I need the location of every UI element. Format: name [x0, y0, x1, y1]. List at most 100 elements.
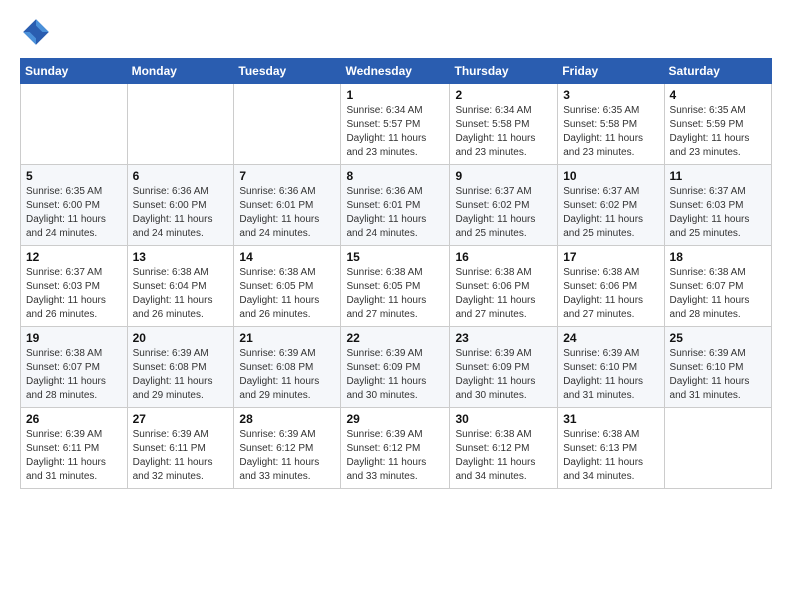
- day-number: 31: [563, 412, 658, 426]
- day-number: 30: [455, 412, 552, 426]
- day-number: 16: [455, 250, 552, 264]
- calendar-table: SundayMondayTuesdayWednesdayThursdayFrid…: [20, 58, 772, 489]
- calendar-cell: 1 Sunrise: 6:34 AM Sunset: 5:57 PM Daylig…: [341, 84, 450, 165]
- day-info: Sunrise: 6:35 AM Sunset: 5:58 PM Dayligh…: [563, 104, 658, 160]
- calendar-cell: 21 Sunrise: 6:39 AM Sunset: 6:08 PM Dayli…: [234, 327, 341, 408]
- day-header-friday: Friday: [558, 59, 664, 84]
- day-number: 13: [133, 250, 229, 264]
- day-info: Sunrise: 6:36 AM Sunset: 6:01 PM Dayligh…: [239, 185, 335, 241]
- day-info: Sunrise: 6:34 AM Sunset: 5:58 PM Dayligh…: [455, 104, 552, 160]
- day-info: Sunrise: 6:38 AM Sunset: 6:04 PM Dayligh…: [133, 266, 229, 322]
- day-number: 19: [26, 331, 122, 345]
- day-info: Sunrise: 6:37 AM Sunset: 6:02 PM Dayligh…: [455, 185, 552, 241]
- day-number: 5: [26, 169, 122, 183]
- calendar-cell: 12 Sunrise: 6:37 AM Sunset: 6:03 PM Dayli…: [21, 246, 128, 327]
- day-number: 22: [346, 331, 444, 345]
- calendar-week-row: 5Sunrise: 6:35 AM Sunset: 6:00 PM Daylig…: [21, 165, 772, 246]
- day-number: 21: [239, 331, 335, 345]
- day-number: 18: [670, 250, 766, 264]
- day-number: 23: [455, 331, 552, 345]
- day-number: 29: [346, 412, 444, 426]
- calendar-cell: 6 Sunrise: 6:36 AM Sunset: 6:00 PM Daylig…: [127, 165, 234, 246]
- calendar-cell: 23 Sunrise: 6:39 AM Sunset: 6:09 PM Dayli…: [450, 327, 558, 408]
- calendar-cell: 16Sunrise: 6:38 AM Sunset: 6:06 PM Dayli…: [450, 246, 558, 327]
- day-info: Sunrise: 6:38 AM Sunset: 6:12 PM Dayligh…: [455, 428, 552, 484]
- calendar-week-row: 26 Sunrise: 6:39 AM Sunset: 6:11 PM Dayli…: [21, 408, 772, 489]
- calendar-cell: 13 Sunrise: 6:38 AM Sunset: 6:04 PM Dayli…: [127, 246, 234, 327]
- calendar-cell: 25 Sunrise: 6:39 AM Sunset: 6:10 PM Dayli…: [664, 327, 771, 408]
- day-info: Sunrise: 6:37 AM Sunset: 6:03 PM Dayligh…: [26, 266, 122, 322]
- day-number: 11: [670, 169, 766, 183]
- day-number: 15: [346, 250, 444, 264]
- day-info: Sunrise: 6:35 AM Sunset: 5:59 PM Dayligh…: [670, 104, 766, 160]
- calendar-header-row: SundayMondayTuesdayWednesdayThursdayFrid…: [21, 59, 772, 84]
- calendar-cell: 24Sunrise: 6:39 AM Sunset: 6:10 PM Dayli…: [558, 327, 664, 408]
- day-header-wednesday: Wednesday: [341, 59, 450, 84]
- day-header-monday: Monday: [127, 59, 234, 84]
- day-info: Sunrise: 6:39 AM Sunset: 6:12 PM Dayligh…: [346, 428, 444, 484]
- calendar-cell: 3 Sunrise: 6:35 AM Sunset: 5:58 PM Daylig…: [558, 84, 664, 165]
- calendar-cell: 15 Sunrise: 6:38 AM Sunset: 6:05 PM Dayli…: [341, 246, 450, 327]
- calendar-cell: [664, 408, 771, 489]
- calendar-cell: 8 Sunrise: 6:36 AM Sunset: 6:01 PM Daylig…: [341, 165, 450, 246]
- calendar-cell: [21, 84, 128, 165]
- calendar-cell: 11Sunrise: 6:37 AM Sunset: 6:03 PM Dayli…: [664, 165, 771, 246]
- day-number: 2: [455, 88, 552, 102]
- day-info: Sunrise: 6:38 AM Sunset: 6:06 PM Dayligh…: [563, 266, 658, 322]
- day-number: 3: [563, 88, 658, 102]
- calendar-week-row: 1 Sunrise: 6:34 AM Sunset: 5:57 PM Daylig…: [21, 84, 772, 165]
- calendar-week-row: 19 Sunrise: 6:38 AM Sunset: 6:07 PM Dayli…: [21, 327, 772, 408]
- calendar-cell: 22 Sunrise: 6:39 AM Sunset: 6:09 PM Dayli…: [341, 327, 450, 408]
- day-number: 9: [455, 169, 552, 183]
- day-info: Sunrise: 6:39 AM Sunset: 6:12 PM Dayligh…: [239, 428, 335, 484]
- calendar-cell: 9 Sunrise: 6:37 AM Sunset: 6:02 PM Daylig…: [450, 165, 558, 246]
- calendar-cell: 5Sunrise: 6:35 AM Sunset: 6:00 PM Daylig…: [21, 165, 128, 246]
- day-info: Sunrise: 6:34 AM Sunset: 5:57 PM Dayligh…: [346, 104, 444, 160]
- day-number: 10: [563, 169, 658, 183]
- calendar-cell: 18 Sunrise: 6:38 AM Sunset: 6:07 PM Dayli…: [664, 246, 771, 327]
- day-info: Sunrise: 6:38 AM Sunset: 6:05 PM Dayligh…: [239, 266, 335, 322]
- day-number: 12: [26, 250, 122, 264]
- day-number: 14: [239, 250, 335, 264]
- day-info: Sunrise: 6:39 AM Sunset: 6:11 PM Dayligh…: [133, 428, 229, 484]
- calendar-cell: [234, 84, 341, 165]
- calendar-cell: 4Sunrise: 6:35 AM Sunset: 5:59 PM Daylig…: [664, 84, 771, 165]
- day-number: 1: [346, 88, 444, 102]
- day-info: Sunrise: 6:39 AM Sunset: 6:09 PM Dayligh…: [455, 347, 552, 403]
- day-number: 26: [26, 412, 122, 426]
- calendar-cell: 10 Sunrise: 6:37 AM Sunset: 6:02 PM Dayli…: [558, 165, 664, 246]
- day-number: 20: [133, 331, 229, 345]
- calendar-cell: 20 Sunrise: 6:39 AM Sunset: 6:08 PM Dayli…: [127, 327, 234, 408]
- day-number: 27: [133, 412, 229, 426]
- day-info: Sunrise: 6:38 AM Sunset: 6:07 PM Dayligh…: [670, 266, 766, 322]
- calendar-cell: 30 Sunrise: 6:38 AM Sunset: 6:12 PM Dayli…: [450, 408, 558, 489]
- calendar-cell: 28Sunrise: 6:39 AM Sunset: 6:12 PM Dayli…: [234, 408, 341, 489]
- day-info: Sunrise: 6:39 AM Sunset: 6:10 PM Dayligh…: [670, 347, 766, 403]
- day-header-thursday: Thursday: [450, 59, 558, 84]
- day-info: Sunrise: 6:39 AM Sunset: 6:11 PM Dayligh…: [26, 428, 122, 484]
- day-info: Sunrise: 6:39 AM Sunset: 6:10 PM Dayligh…: [563, 347, 658, 403]
- day-info: Sunrise: 6:39 AM Sunset: 6:09 PM Dayligh…: [346, 347, 444, 403]
- day-header-saturday: Saturday: [664, 59, 771, 84]
- calendar-cell: 31Sunrise: 6:38 AM Sunset: 6:13 PM Dayli…: [558, 408, 664, 489]
- calendar-week-row: 12 Sunrise: 6:37 AM Sunset: 6:03 PM Dayli…: [21, 246, 772, 327]
- page: SundayMondayTuesdayWednesdayThursdayFrid…: [0, 0, 792, 505]
- calendar-cell: 7 Sunrise: 6:36 AM Sunset: 6:01 PM Daylig…: [234, 165, 341, 246]
- day-number: 7: [239, 169, 335, 183]
- day-info: Sunrise: 6:39 AM Sunset: 6:08 PM Dayligh…: [239, 347, 335, 403]
- header: [20, 16, 772, 48]
- logo: [20, 16, 58, 48]
- day-info: Sunrise: 6:36 AM Sunset: 6:00 PM Dayligh…: [133, 185, 229, 241]
- calendar-cell: 29 Sunrise: 6:39 AM Sunset: 6:12 PM Dayli…: [341, 408, 450, 489]
- calendar-cell: 2 Sunrise: 6:34 AM Sunset: 5:58 PM Daylig…: [450, 84, 558, 165]
- day-info: Sunrise: 6:39 AM Sunset: 6:08 PM Dayligh…: [133, 347, 229, 403]
- day-number: 25: [670, 331, 766, 345]
- day-info: Sunrise: 6:36 AM Sunset: 6:01 PM Dayligh…: [346, 185, 444, 241]
- calendar-cell: 17Sunrise: 6:38 AM Sunset: 6:06 PM Dayli…: [558, 246, 664, 327]
- day-number: 8: [346, 169, 444, 183]
- day-info: Sunrise: 6:38 AM Sunset: 6:07 PM Dayligh…: [26, 347, 122, 403]
- day-number: 6: [133, 169, 229, 183]
- day-info: Sunrise: 6:38 AM Sunset: 6:05 PM Dayligh…: [346, 266, 444, 322]
- day-header-tuesday: Tuesday: [234, 59, 341, 84]
- day-info: Sunrise: 6:37 AM Sunset: 6:02 PM Dayligh…: [563, 185, 658, 241]
